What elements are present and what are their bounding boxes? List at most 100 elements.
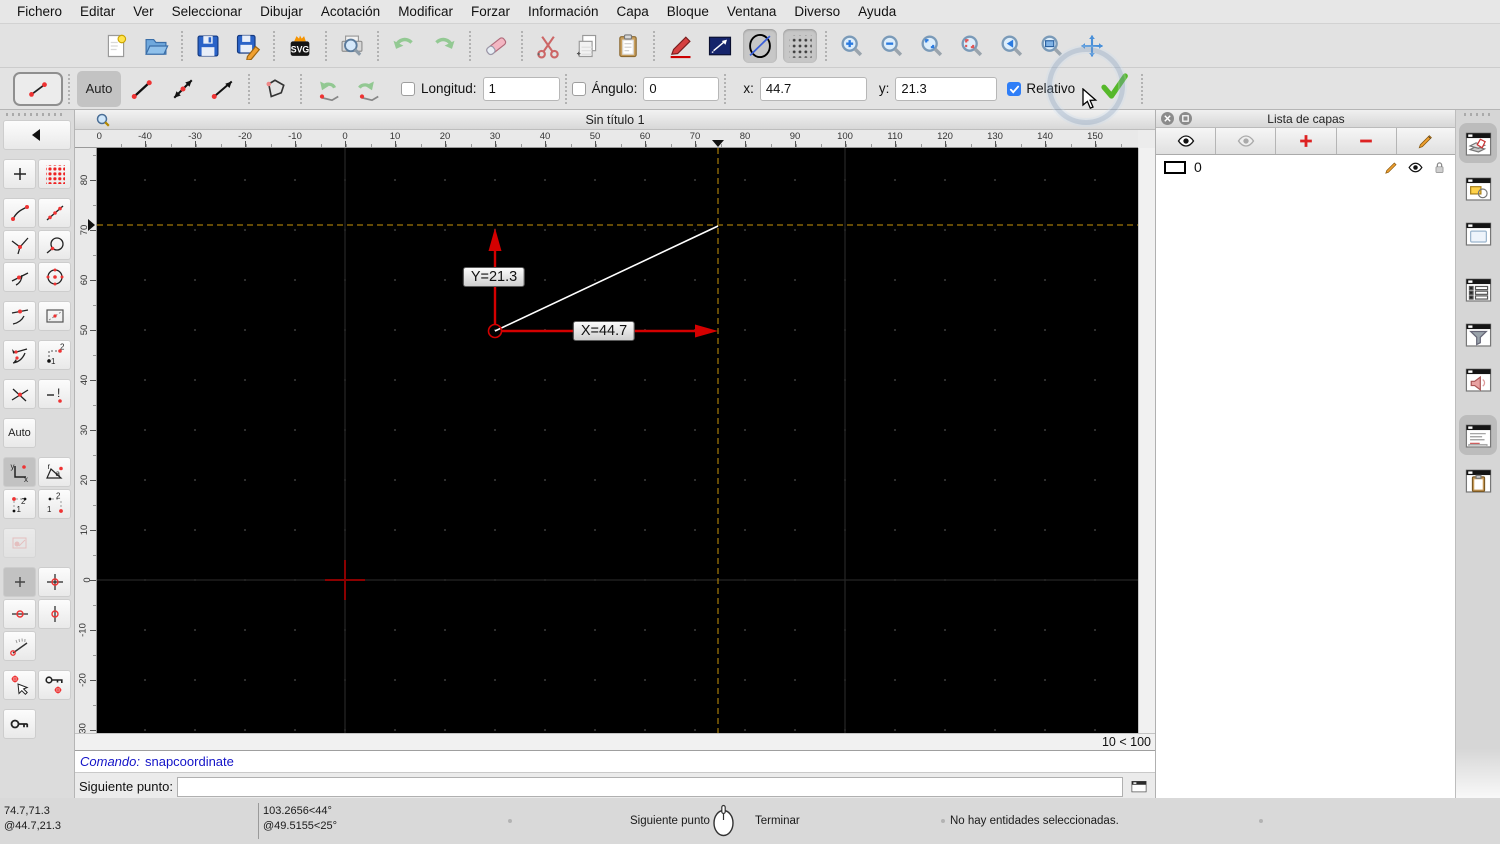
layer-color-swatch[interactable] bbox=[1164, 160, 1186, 174]
menu-ayuda[interactable]: Ayuda bbox=[849, 0, 905, 24]
zoom-window-button[interactable] bbox=[1035, 29, 1069, 63]
line-attributes-button[interactable] bbox=[703, 29, 737, 63]
polyline-button[interactable] bbox=[255, 71, 295, 107]
polyline-undo-button[interactable] bbox=[307, 71, 347, 107]
current-tool-line-button[interactable] bbox=[13, 71, 63, 106]
restrict-orthogonal-button[interactable] bbox=[38, 567, 71, 597]
dock-block-list-button[interactable] bbox=[1459, 168, 1497, 208]
snap-free-button[interactable] bbox=[3, 159, 36, 189]
remove-layer-button[interactable] bbox=[1337, 128, 1397, 154]
coordinate-polar-button[interactable]: ra bbox=[38, 457, 71, 487]
add-layer-button[interactable] bbox=[1276, 128, 1337, 154]
undo-button[interactable] bbox=[387, 29, 421, 63]
zoom-auto-button[interactable] bbox=[915, 29, 949, 63]
confirm-button[interactable] bbox=[1097, 71, 1131, 106]
longitud-input[interactable] bbox=[482, 76, 560, 101]
auto-snap-button[interactable]: Auto bbox=[3, 418, 36, 448]
copy-button[interactable] bbox=[571, 29, 605, 63]
close-panel-button[interactable] bbox=[1161, 112, 1174, 125]
set-relative-zero-button[interactable] bbox=[3, 670, 36, 700]
dock-layer-list-button[interactable] bbox=[1459, 123, 1497, 163]
cut-button[interactable] bbox=[531, 29, 565, 63]
layer-edit-pencil-icon[interactable] bbox=[1383, 159, 1400, 176]
open-file-button[interactable] bbox=[139, 29, 173, 63]
show-all-layers-button[interactable] bbox=[1156, 128, 1217, 154]
float-panel-button[interactable] bbox=[1179, 112, 1192, 125]
menu-diverso[interactable]: Diverso bbox=[785, 0, 849, 24]
svg-export-button[interactable]: SVG bbox=[283, 29, 317, 63]
ordinal-points-12-button[interactable]: 12 bbox=[3, 489, 36, 519]
redo-button[interactable] bbox=[427, 29, 461, 63]
dock-command-announce-button[interactable] bbox=[1459, 359, 1497, 399]
menu-ver[interactable]: Ver bbox=[124, 0, 162, 24]
dock-command-line-button[interactable] bbox=[1459, 415, 1497, 455]
dock-clipboard-button[interactable] bbox=[1459, 460, 1497, 500]
menu-capa[interactable]: Capa bbox=[608, 0, 658, 24]
save-as-button[interactable] bbox=[231, 29, 265, 63]
restrict-horizontal-button[interactable] bbox=[3, 599, 36, 629]
snap-tangent-button[interactable] bbox=[38, 230, 71, 260]
y-input[interactable] bbox=[895, 76, 998, 101]
snap-endpoint-button[interactable] bbox=[3, 198, 36, 228]
drawing-canvas[interactable]: X=44.7 Y=21.3 bbox=[97, 148, 1138, 733]
layer-visibility-eye-icon[interactable] bbox=[1407, 159, 1424, 176]
paste-button[interactable] bbox=[611, 29, 645, 63]
toolbar-handle[interactable] bbox=[6, 113, 62, 116]
lock-relative-zero-button[interactable] bbox=[38, 670, 71, 700]
grid-toggle-button[interactable] bbox=[783, 28, 817, 63]
print-preview-button[interactable] bbox=[335, 29, 369, 63]
snap-center-button[interactable] bbox=[38, 262, 71, 292]
line-angle-button[interactable] bbox=[163, 71, 203, 107]
restrict-vertical-button[interactable] bbox=[38, 599, 71, 629]
edit-layer-button[interactable] bbox=[1397, 128, 1456, 154]
snap-distance-button[interactable] bbox=[3, 340, 36, 370]
coordinate-cartesian-button[interactable]: yx bbox=[3, 457, 36, 487]
snap-intersection-manual-button[interactable]: ! bbox=[38, 379, 71, 409]
horizontal-scrollbar[interactable]: 10 < 100 bbox=[75, 733, 1155, 750]
dock-library-button[interactable] bbox=[1459, 213, 1497, 253]
snap-distance-manual-button[interactable]: 12 bbox=[38, 340, 71, 370]
layer-row[interactable]: 0 bbox=[1156, 155, 1456, 179]
drawing-titlebar[interactable]: Sin título 1 bbox=[75, 110, 1155, 130]
zoom-out-button[interactable] bbox=[875, 29, 909, 63]
zoom-redraw-button[interactable] bbox=[955, 29, 989, 63]
menu-ventana[interactable]: Ventana bbox=[718, 0, 786, 24]
menu-dibujar[interactable]: Dibujar bbox=[251, 0, 312, 24]
snap-on-entity-button[interactable] bbox=[38, 198, 71, 228]
zoom-in-button[interactable] bbox=[835, 29, 869, 63]
polyline-redo-button[interactable] bbox=[347, 71, 387, 107]
vertical-scrollbar[interactable] bbox=[1138, 148, 1155, 733]
snap-intersection-button[interactable] bbox=[3, 379, 36, 409]
ordinal-points-21-button[interactable]: 12 bbox=[38, 489, 71, 519]
menu-seleccionar[interactable]: Seleccionar bbox=[163, 0, 252, 24]
menu-informacion[interactable]: Información bbox=[519, 0, 608, 24]
ellipse-tool-button[interactable] bbox=[743, 28, 777, 63]
snap-angle-button[interactable] bbox=[3, 631, 36, 661]
toolbar-handle[interactable] bbox=[1464, 113, 1494, 116]
snap-nearest-button[interactable] bbox=[3, 262, 36, 292]
snap-middle-button[interactable] bbox=[3, 301, 36, 331]
menu-bloque[interactable]: Bloque bbox=[658, 0, 718, 24]
relativo-checkbox[interactable] bbox=[1007, 81, 1022, 96]
command-widget-button[interactable] bbox=[1127, 777, 1151, 797]
line-two-points-button[interactable] bbox=[123, 71, 163, 107]
layer-lock-icon[interactable] bbox=[1431, 159, 1448, 176]
zoom-pan-button[interactable] bbox=[1075, 29, 1109, 63]
snap-grid-button[interactable] bbox=[38, 159, 71, 189]
new-file-button[interactable] bbox=[99, 29, 133, 63]
line-auto-button[interactable]: Auto bbox=[77, 70, 121, 107]
zoom-previous-button[interactable] bbox=[995, 29, 1029, 63]
menu-fichero[interactable]: Fichero bbox=[8, 0, 71, 24]
longitud-checkbox[interactable] bbox=[401, 81, 415, 96]
snap-entity-box-button[interactable] bbox=[38, 301, 71, 331]
pen-attributes-button[interactable] bbox=[663, 29, 697, 63]
snap-perpendicular-button[interactable] bbox=[3, 230, 36, 260]
save-button[interactable] bbox=[191, 29, 225, 63]
menu-editar[interactable]: Editar bbox=[71, 0, 124, 24]
x-input[interactable] bbox=[759, 76, 867, 101]
menu-modificar[interactable]: Modificar bbox=[389, 0, 462, 24]
eraser-button[interactable] bbox=[479, 29, 513, 63]
collapse-back-button[interactable] bbox=[3, 120, 71, 150]
angulo-input[interactable] bbox=[643, 76, 720, 101]
menu-forzar[interactable]: Forzar bbox=[462, 0, 519, 24]
